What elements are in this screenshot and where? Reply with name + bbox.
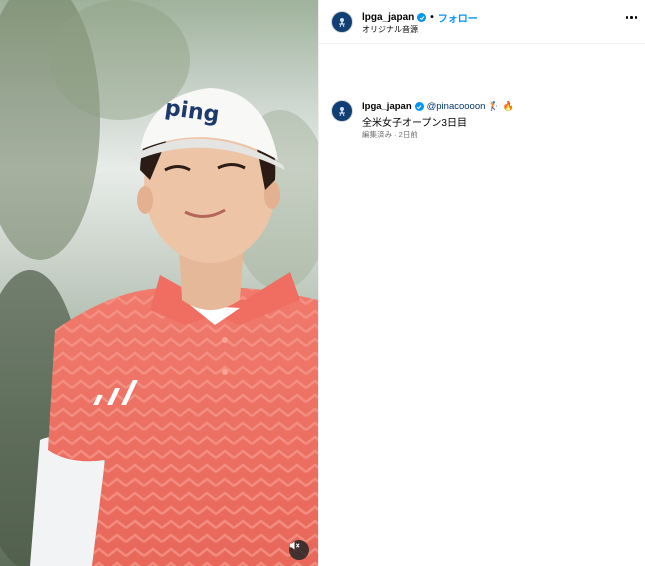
fire-emoji: 🔥	[502, 101, 514, 111]
caption-mention[interactable]: @pinacoooon	[427, 101, 486, 112]
post-header: lpga_japan • フォロー オリジナル音源	[319, 0, 645, 44]
golfer-emoji: 🏌	[488, 101, 500, 111]
post-media[interactable]: ping	[0, 0, 318, 566]
caption-meta: 編集済み · 2日前	[362, 130, 418, 139]
avatar[interactable]	[331, 100, 353, 122]
audio-link[interactable]: オリジナル音源	[362, 24, 418, 35]
caption-username[interactable]: lpga_japan	[362, 101, 412, 112]
video-mute-icon[interactable]	[289, 540, 309, 560]
lpga-logo-icon	[339, 18, 345, 28]
verified-badge-icon	[417, 13, 427, 22]
follow-button[interactable]: フォロー	[438, 10, 478, 25]
post-photo: ping	[0, 0, 318, 566]
lpga-logo-icon	[339, 107, 345, 117]
more-options-icon[interactable]	[625, 16, 637, 19]
caption-text: 全米女子オープン3日目	[362, 118, 467, 129]
header-username[interactable]: lpga_japan	[362, 12, 414, 23]
post-side-panel: lpga_japan • フォロー オリジナル音源 lpga_japan @pi…	[318, 0, 645, 566]
caption-first-line: lpga_japan @pinacoooon 🏌 🔥	[362, 101, 514, 112]
separator: •	[430, 12, 434, 23]
header-user-row: lpga_japan • フォロー	[362, 10, 478, 25]
verified-badge-icon	[414, 102, 424, 111]
avatar[interactable]	[331, 11, 353, 33]
